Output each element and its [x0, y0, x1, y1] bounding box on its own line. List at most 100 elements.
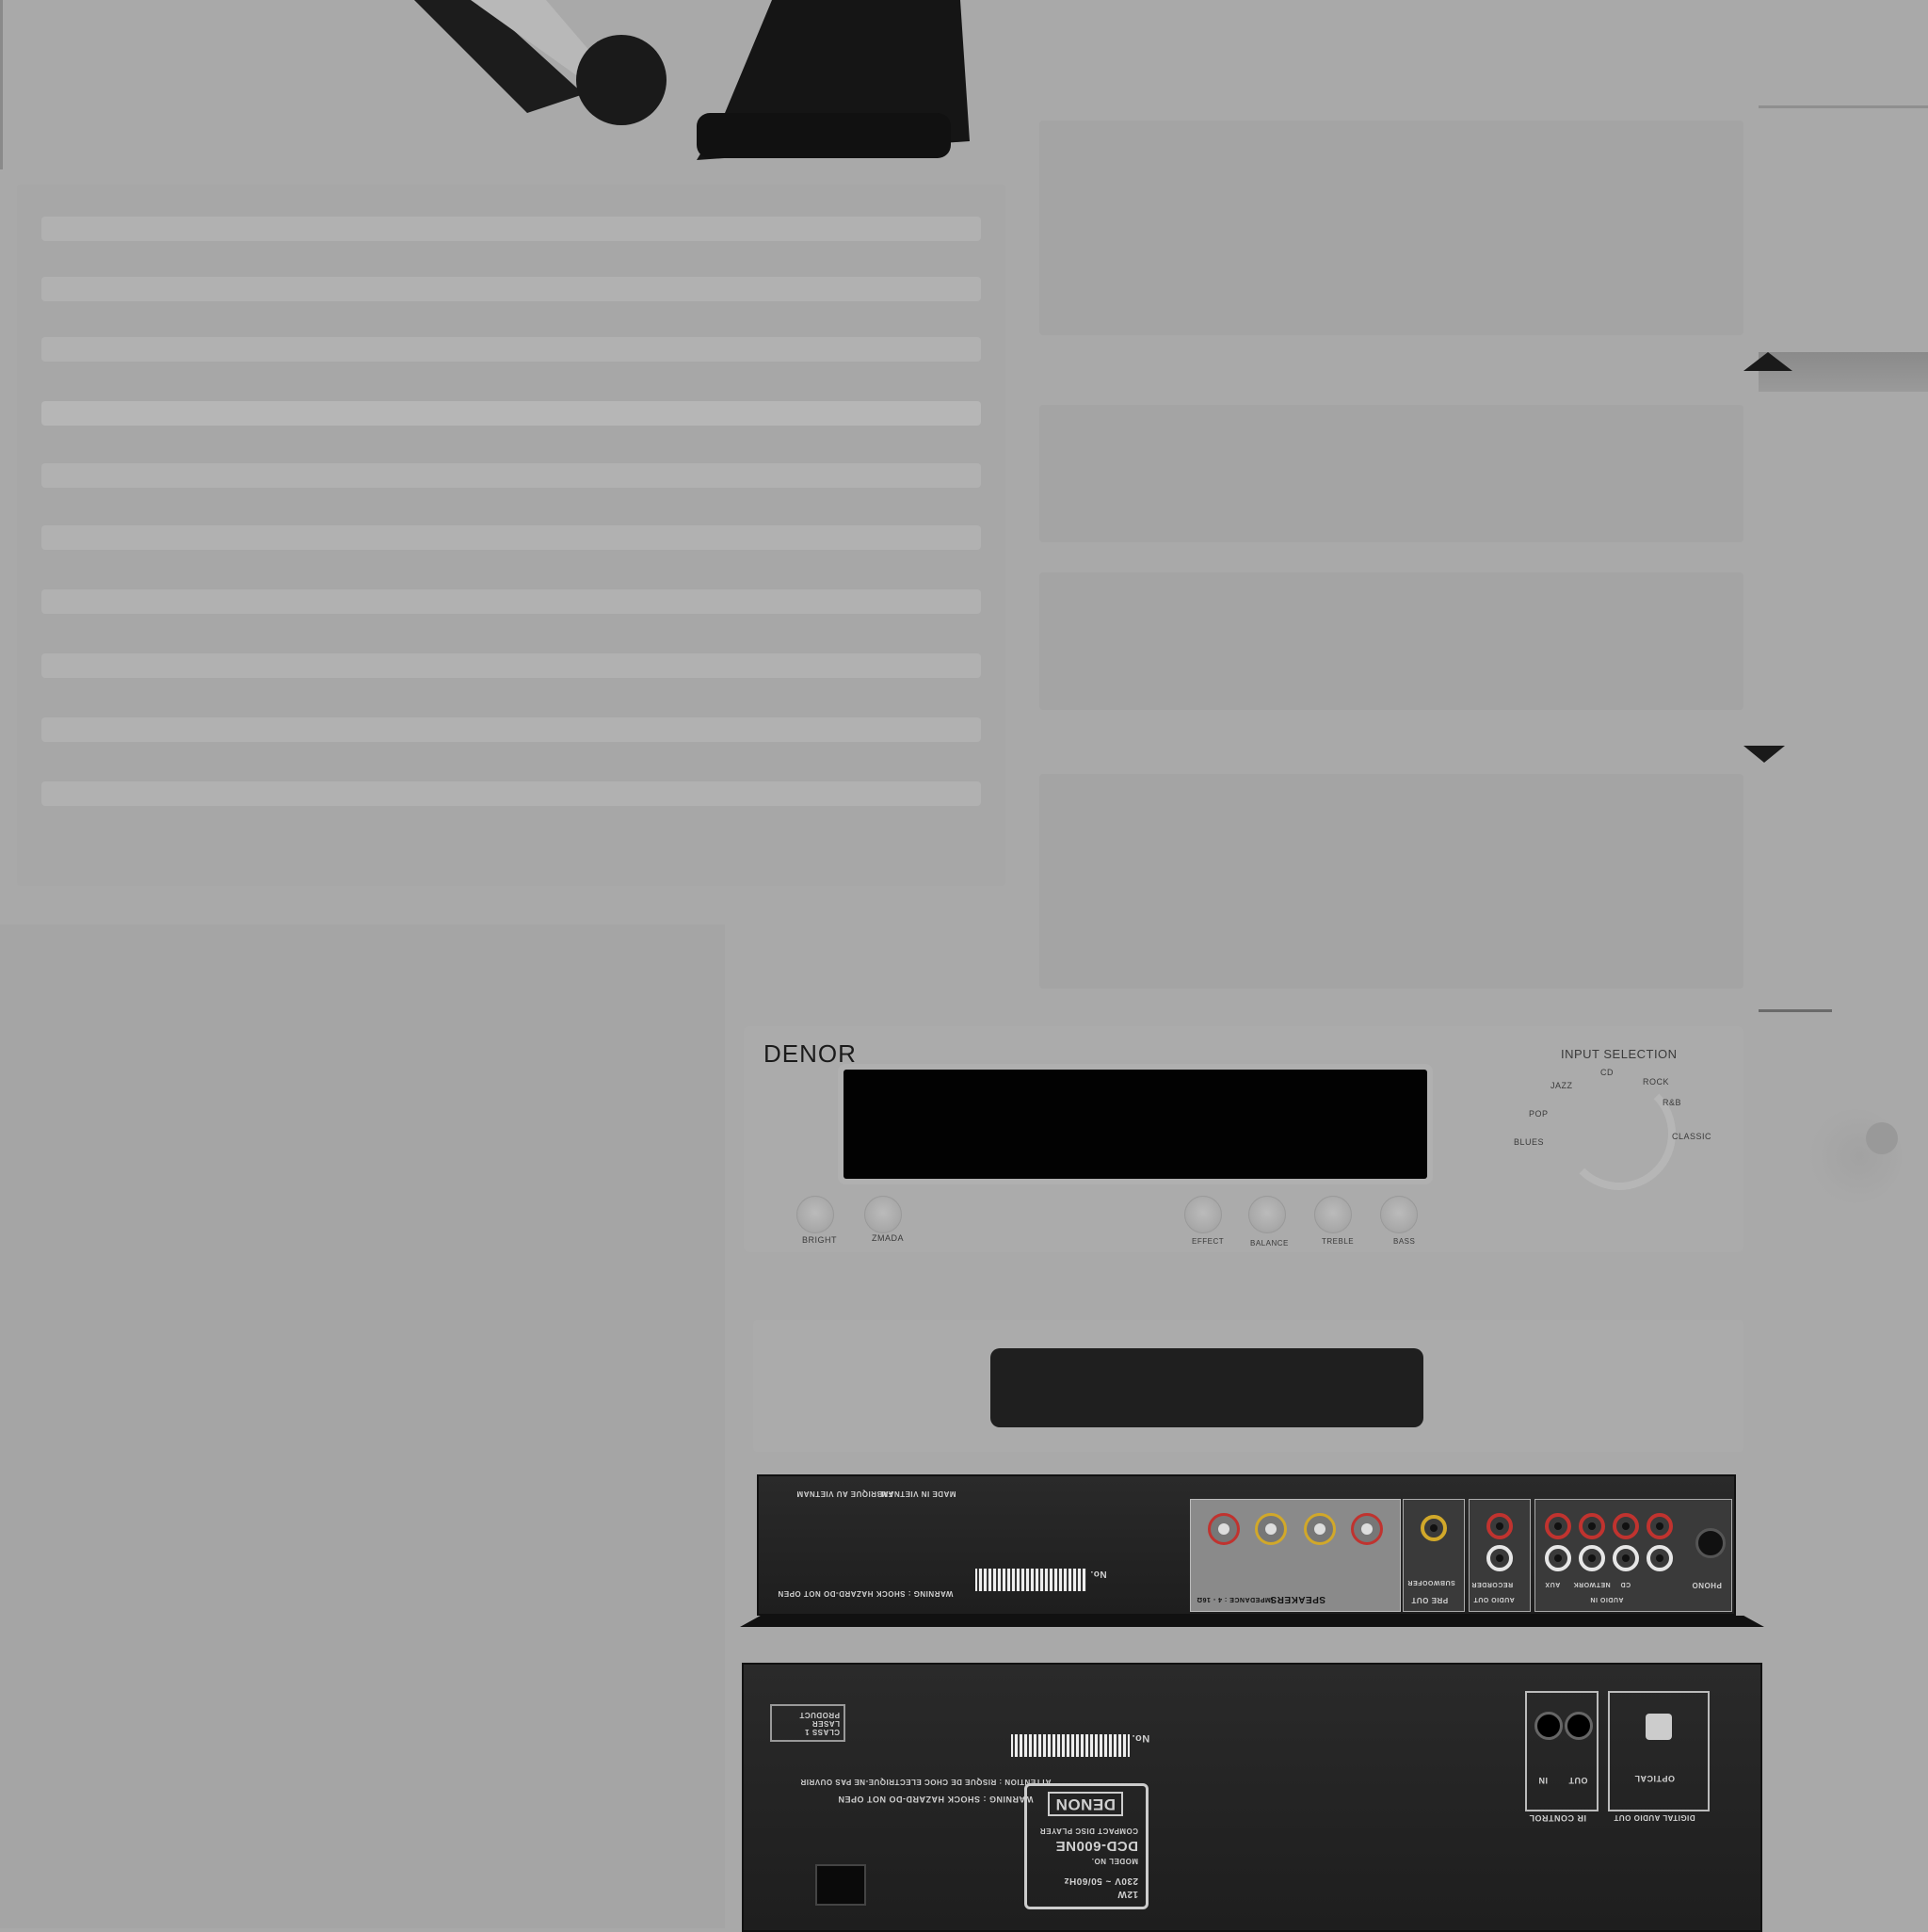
effect-label: EFFECT: [1192, 1237, 1225, 1246]
rating-model-label: MODEL NO.: [1091, 1857, 1138, 1865]
right-panel-1: [1039, 121, 1743, 335]
digital-out-block: OPTICAL DIGITAL AUDIO OUT: [1608, 1691, 1710, 1822]
amplifier-rear: FABRIQUE AU VIETNAM MADE IN VIETNAM No. …: [757, 1474, 1736, 1616]
speaker-post-4[interactable]: [1351, 1513, 1383, 1545]
rating-brand: DENON: [1048, 1792, 1123, 1816]
right-edge-line-top: [1759, 105, 1928, 108]
right-edge-line-mid: [1759, 1009, 1832, 1012]
cd-rear-barcode: [1011, 1734, 1130, 1757]
input-label-jazz: JAZZ: [1550, 1081, 1573, 1090]
optical-label: OPTICAL: [1634, 1774, 1675, 1783]
aux-jack-red[interactable]: [1545, 1513, 1571, 1539]
network-label: NETWORK: [1573, 1581, 1611, 1587]
tonearm-graphic: [414, 0, 979, 160]
speakers-block: SPEAKERS IMPEDANCE : 4 - 16Ω: [1190, 1499, 1401, 1612]
rear-barcode: [975, 1569, 1086, 1591]
effect-knob[interactable]: [1184, 1196, 1222, 1233]
side-knob-dot: [1866, 1122, 1898, 1154]
speaker-post-3[interactable]: [1304, 1513, 1336, 1545]
phono-jack-white[interactable]: [1647, 1545, 1673, 1571]
display-window: [844, 1070, 1427, 1179]
pre-out-label: PRE OUT: [1411, 1596, 1449, 1604]
right-panel-2: [1039, 405, 1743, 542]
balance-label: BALANCE: [1250, 1239, 1289, 1248]
cd-jack-white[interactable]: [1613, 1545, 1639, 1571]
input-label-classic: CLASSIC: [1672, 1132, 1712, 1141]
aux-label: AUX: [1545, 1581, 1561, 1587]
audio-out-label: AUDIO OUT: [1473, 1596, 1515, 1602]
balance-knob[interactable]: [1248, 1196, 1286, 1233]
cd-jack-red[interactable]: [1613, 1513, 1639, 1539]
bright-label: BRIGHT: [802, 1235, 838, 1245]
left-panel-top: [17, 185, 1005, 886]
amplifier-brand: DENOR: [763, 1039, 857, 1068]
rear-top-text-2: MADE IN VIETNAM: [881, 1489, 956, 1498]
amp-rear-base: [740, 1616, 1764, 1627]
input-label-rnb: R&B: [1663, 1098, 1682, 1107]
right-edge-arrow-top: [1743, 352, 1792, 371]
disc-tray[interactable]: [990, 1348, 1423, 1427]
ir-out-jack[interactable]: [1565, 1712, 1593, 1740]
network-jack-red[interactable]: [1579, 1513, 1605, 1539]
right-edge-arrow-mid: [1743, 746, 1785, 763]
rating-plate: 12W 230V ~ 50/60Hz MODEL NO. DCD-600NE C…: [1024, 1783, 1149, 1909]
laser-label: CLASS 1 LASER PRODUCT: [770, 1704, 845, 1742]
cd-rear-warning: WARNING : SHOCK HAZARD-DO NOT OPEN: [838, 1795, 1034, 1804]
phono-label: PHONO: [1692, 1581, 1722, 1589]
ir-control-block: IN OUT IR CONTROL: [1525, 1691, 1599, 1823]
recorder-jack-red[interactable]: [1486, 1513, 1513, 1539]
input-selection-dial[interactable]: [1563, 1077, 1676, 1190]
right-panel-4: [1039, 774, 1743, 989]
speakers-label: SPEAKERS: [1270, 1594, 1326, 1604]
recorder-label: RECORDER: [1471, 1581, 1514, 1587]
rating-wattage: 12W: [1117, 1889, 1138, 1899]
bass-label: BASS: [1393, 1237, 1416, 1246]
rating-product-type: COMPACT DISC PLAYER: [1039, 1827, 1138, 1835]
treble-knob[interactable]: [1314, 1196, 1352, 1233]
ir-in-label: IN: [1538, 1776, 1548, 1785]
audio-in-block: AUX NETWORK CD PHONO AUDIO IN: [1534, 1499, 1732, 1612]
input-label-pop: POP: [1529, 1109, 1549, 1119]
left-panel-bottom: [0, 925, 725, 1928]
recorder-jack-white[interactable]: [1486, 1545, 1513, 1571]
speaker-post-1[interactable]: [1208, 1513, 1240, 1545]
ir-in-jack[interactable]: [1534, 1712, 1563, 1740]
subwoofer-jack[interactable]: [1421, 1515, 1447, 1541]
rating-power: 230V ~ 50/60Hz: [1064, 1876, 1138, 1886]
ir-control-label: IR CONTROL: [1529, 1813, 1586, 1823]
ground-terminal[interactable]: [815, 1864, 866, 1906]
phono-jack-red[interactable]: [1647, 1513, 1673, 1539]
cd-rear-attention: ATTENTION : RISQUE DE CHOC ELECTRIQUE-NE…: [800, 1778, 1052, 1786]
zmada-label: ZMADA: [872, 1233, 904, 1243]
treble-label: TREBLE: [1322, 1237, 1355, 1246]
audio-out-block: RECORDER AUDIO OUT: [1469, 1499, 1531, 1612]
rating-model: DCD-600NE: [1055, 1838, 1138, 1854]
ir-out-label: OUT: [1568, 1776, 1588, 1785]
zmada-knob[interactable]: [864, 1196, 902, 1233]
cd-player-rear: CLASS 1 LASER PRODUCT WARNING : SHOCK HA…: [742, 1663, 1762, 1932]
pre-out-block: SUBWOOFER PRE OUT: [1403, 1499, 1465, 1612]
amplifier-front: DENOR INPUT SELECTION CD ROCK R&B CLASSI…: [744, 1026, 1743, 1252]
input-label-blues: BLUES: [1514, 1137, 1545, 1147]
digital-out-label: DIGITAL AUDIO OUT: [1614, 1813, 1695, 1822]
input-label-rock: ROCK: [1643, 1077, 1670, 1087]
aux-jack-white[interactable]: [1545, 1545, 1571, 1571]
rear-serial: No.: [1090, 1569, 1107, 1579]
bass-knob[interactable]: [1380, 1196, 1418, 1233]
cd-input-label: CD: [1620, 1581, 1631, 1587]
cd-rear-serial: No.: [1132, 1732, 1150, 1744]
impedance-label: IMPEDANCE : 4 - 16Ω: [1197, 1596, 1274, 1602]
optical-port[interactable]: [1646, 1714, 1672, 1740]
left-rule: [0, 0, 3, 169]
subwoofer-label: SUBWOOFER: [1407, 1579, 1455, 1586]
rear-top-text-1: FABRIQUE AU VIETNAM: [796, 1489, 893, 1498]
input-selection-title: INPUT SELECTION: [1561, 1047, 1678, 1061]
input-label-cd: CD: [1600, 1068, 1614, 1077]
bright-knob[interactable]: [796, 1196, 834, 1233]
cd-player-front: [753, 1320, 1743, 1452]
network-jack-white[interactable]: [1579, 1545, 1605, 1571]
phono-gnd[interactable]: [1695, 1528, 1726, 1558]
audio-in-label: AUDIO IN: [1590, 1596, 1624, 1602]
speaker-post-2[interactable]: [1255, 1513, 1287, 1545]
right-panel-3: [1039, 572, 1743, 710]
